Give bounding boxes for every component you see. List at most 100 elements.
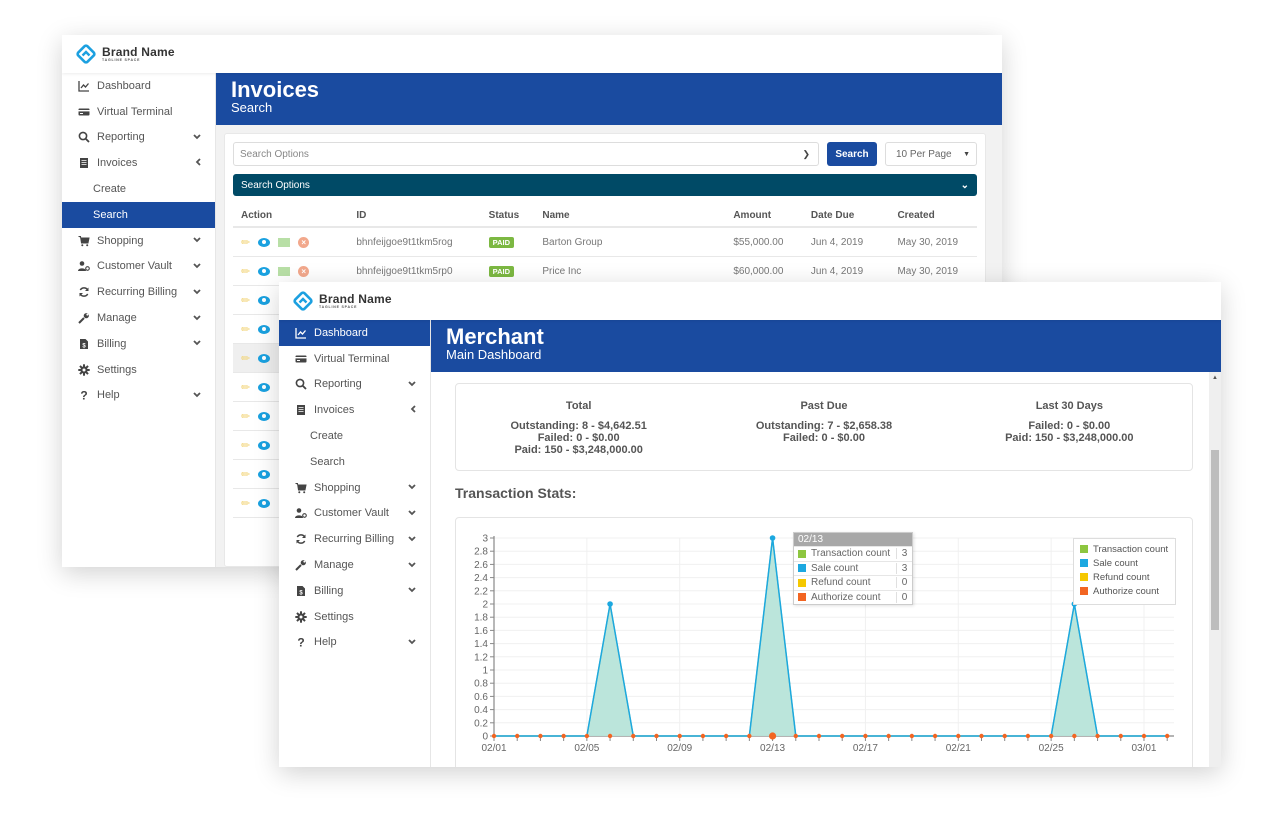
chevron-down-icon[interactable]	[193, 236, 201, 245]
email-envelope-icon[interactable]	[278, 266, 291, 276]
chevron-down-icon[interactable]	[408, 380, 416, 389]
column-header-status[interactable]: Status	[489, 210, 543, 221]
column-header-date-due[interactable]: Date Due	[811, 210, 898, 221]
column-header-action[interactable]: Action	[233, 210, 356, 221]
sidebar-item-recurring-billing[interactable]: Recurring Billing	[279, 526, 430, 552]
sidebar-item-label: Reporting	[314, 378, 362, 391]
created-date-cell: May 30, 2019	[897, 237, 977, 248]
authorize-count-point	[909, 733, 915, 739]
delete-x-icon[interactable]: ×	[298, 265, 310, 277]
legend-swatch	[798, 578, 806, 587]
sidebar-item-search[interactable]: Search	[279, 449, 430, 475]
x-tick-label: 02/21	[946, 743, 971, 754]
view-eye-icon[interactable]	[258, 237, 271, 247]
sidebar-item-billing[interactable]: $ Billing	[279, 578, 430, 604]
sidebar-item-create[interactable]: Create	[62, 176, 215, 202]
summary-line: Failed: 0 - $0.00	[1028, 420, 1111, 432]
view-eye-icon[interactable]	[258, 353, 271, 363]
sidebar-item-settings[interactable]: Settings	[279, 604, 430, 630]
sidebar-item-reporting[interactable]: Reporting	[62, 125, 215, 151]
sidebar-item-customer-vault[interactable]: Customer Vault	[279, 501, 430, 527]
authorize-count-point	[584, 733, 590, 739]
edit-pencil-icon[interactable]: ✏	[241, 468, 250, 481]
chevron-down-icon[interactable]	[193, 288, 201, 297]
view-eye-icon[interactable]	[258, 324, 271, 334]
sidebar-item-customer-vault[interactable]: Customer Vault	[62, 254, 215, 280]
edit-pencil-icon[interactable]: ✏	[241, 294, 250, 307]
edit-pencil-icon[interactable]: ✏	[241, 439, 250, 452]
delete-x-icon[interactable]: ×	[298, 236, 310, 248]
sidebar-item-shopping[interactable]: Shopping	[62, 228, 215, 254]
chevron-down-icon[interactable]	[193, 314, 201, 323]
sidebar-item-dashboard[interactable]: Dashboard	[62, 73, 215, 99]
column-header-id[interactable]: ID	[356, 210, 488, 221]
email-envelope-icon[interactable]	[278, 237, 291, 247]
legend-item[interactable]: Transaction count	[1080, 542, 1169, 556]
invoice-id-cell: bhnfeijgoe9t1tkm5rp0	[356, 266, 488, 277]
sidebar-item-create[interactable]: Create	[279, 423, 430, 449]
search-options-toggle[interactable]: Search Options ⌄	[233, 174, 977, 196]
chevron-down-icon[interactable]	[193, 391, 201, 400]
view-eye-icon[interactable]	[258, 382, 271, 392]
sidebar-item-manage[interactable]: Manage	[279, 552, 430, 578]
legend-item[interactable]: Sale count	[1080, 556, 1169, 570]
sidebar-item-manage[interactable]: Manage	[62, 305, 215, 331]
sidebar-item-shopping[interactable]: Shopping	[279, 475, 430, 501]
invoice-amount-cell: $55,000.00	[733, 237, 811, 248]
chevron-left-icon[interactable]	[410, 405, 416, 415]
edit-pencil-icon[interactable]: ✏	[241, 497, 250, 510]
search-options-select[interactable]: Search Options ❯	[233, 142, 819, 166]
view-eye-icon[interactable]	[258, 295, 271, 305]
edit-pencil-icon[interactable]: ✏	[241, 410, 250, 423]
chevron-down-icon: ⌄	[960, 179, 969, 191]
sidebar-item-dashboard[interactable]: Dashboard	[279, 320, 430, 346]
authorize-count-point	[979, 733, 984, 739]
chevron-down-icon[interactable]	[408, 586, 416, 595]
view-eye-icon[interactable]	[258, 440, 271, 450]
sidebar-item-search[interactable]: Search	[62, 201, 215, 228]
edit-pencil-icon[interactable]: ✏	[241, 323, 250, 336]
sidebar-item-virtual-terminal[interactable]: Virtual Terminal	[62, 99, 215, 125]
chevron-down-icon[interactable]	[408, 509, 416, 518]
scrollbar-thumb[interactable]	[1211, 450, 1219, 630]
view-eye-icon[interactable]	[258, 498, 271, 508]
chevron-down-icon[interactable]	[193, 339, 201, 348]
search-button[interactable]: Search	[827, 142, 877, 166]
chevron-down-icon[interactable]	[193, 262, 201, 271]
sidebar-item-invoices[interactable]: Invoices	[62, 150, 215, 176]
sidebar-item-invoices[interactable]: Invoices	[279, 397, 430, 423]
view-eye-icon[interactable]	[258, 266, 271, 276]
legend-item[interactable]: Refund count	[1080, 570, 1169, 584]
y-tick-label: 0.6	[474, 692, 488, 703]
edit-pencil-icon[interactable]: ✏	[241, 381, 250, 394]
chevron-down-icon[interactable]	[193, 133, 201, 142]
chevron-down-icon[interactable]	[408, 561, 416, 570]
vertical-scrollbar[interactable]: ▲	[1209, 372, 1221, 767]
sidebar-item-billing[interactable]: $ Billing	[62, 331, 215, 357]
scroll-up-arrow-icon[interactable]: ▲	[1212, 375, 1218, 381]
view-eye-icon[interactable]	[258, 411, 271, 421]
edit-pencil-icon[interactable]: ✏	[241, 352, 250, 365]
chevron-left-icon[interactable]	[195, 158, 201, 168]
sidebar-item-recurring-billing[interactable]: Recurring Billing	[62, 279, 215, 305]
per-page-select[interactable]: 10 Per Page ▼	[885, 142, 977, 166]
legend-label: Authorize count	[1093, 585, 1160, 597]
sidebar-item-settings[interactable]: Settings	[62, 357, 215, 383]
edit-pencil-icon[interactable]: ✏	[241, 236, 250, 249]
sidebar-item-label: Create	[310, 430, 344, 443]
sidebar-item-help[interactable]: ? Help	[62, 383, 215, 409]
view-eye-icon[interactable]	[258, 469, 271, 479]
chevron-down-icon[interactable]	[408, 483, 416, 492]
edit-pencil-icon[interactable]: ✏	[241, 265, 250, 278]
legend-item[interactable]: Authorize count	[1080, 584, 1169, 598]
chevron-down-icon[interactable]	[408, 535, 416, 544]
sidebar-item-label: Virtual Terminal	[314, 352, 390, 365]
sidebar-item-help[interactable]: ? Help	[279, 630, 430, 656]
column-header-created[interactable]: Created	[897, 210, 977, 221]
chevron-down-icon[interactable]	[408, 638, 416, 647]
sidebar-item-reporting[interactable]: Reporting	[279, 372, 430, 398]
column-header-amount[interactable]: Amount	[733, 210, 811, 221]
sidebar-item-virtual-terminal[interactable]: Virtual Terminal	[279, 346, 430, 372]
table-row[interactable]: ✏ × bhnfeijgoe9t1tkm5rog PAID Barton Group $5…	[233, 228, 977, 257]
column-header-name[interactable]: Name	[542, 210, 733, 221]
